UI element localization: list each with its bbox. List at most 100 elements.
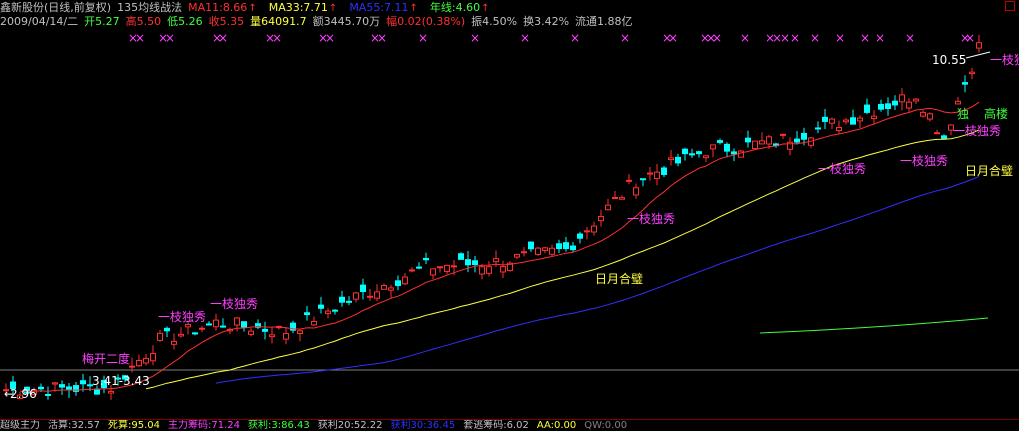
label-price-high: 10.55 — [932, 53, 966, 67]
change-value: 幅0.02(0.38%) — [386, 15, 466, 28]
stock-title: 鑫新股份(日线,前复权) — [0, 1, 112, 14]
candle-body — [801, 132, 807, 140]
price-high-pointer — [965, 51, 991, 59]
low-value: 低5.26 — [167, 15, 203, 28]
candle-body — [339, 296, 345, 303]
candle-body — [241, 321, 247, 328]
nianxian-line — [759, 317, 989, 334]
candle-body — [542, 247, 548, 251]
candle-body — [311, 320, 317, 326]
date-value: 2009/04/14/二 — [0, 15, 79, 28]
candle-body — [479, 266, 485, 275]
candle-body — [423, 257, 429, 261]
candle-body — [395, 280, 401, 287]
candle-body — [528, 241, 534, 250]
candle-body — [598, 215, 604, 222]
label-range: 3.41-3.43 — [92, 374, 150, 388]
candle-body — [220, 325, 226, 328]
candlestick-chart[interactable]: ×× ×× ×× ×× ×× ×× × × × × × ×× ××× × ××× × × × × × × ××梅开二度一枝… — [0, 28, 1019, 419]
candle-body — [171, 340, 177, 345]
candle-body — [437, 266, 443, 269]
label-yizhixiu: 一枝独秀 — [818, 161, 866, 176]
candle-body — [962, 82, 968, 85]
candle-body — [318, 304, 324, 309]
signal-marker: × — [875, 31, 885, 45]
candle-body — [472, 260, 478, 266]
bottom-l9: AA:0.00 — [536, 420, 577, 431]
signal-marker: × — [325, 31, 335, 45]
candle-body — [836, 126, 842, 132]
candle-body — [612, 196, 618, 199]
candle-body — [360, 284, 366, 293]
candle-body — [164, 327, 170, 332]
close-icon[interactable] — [1005, 1, 1015, 11]
candle-body — [45, 393, 51, 396]
float-value: 流通1.88亿 — [575, 15, 633, 28]
indicator-name[interactable]: 135均线战法 — [117, 1, 182, 14]
candle-body — [647, 172, 653, 175]
signal-marker: × — [668, 31, 678, 45]
candle-body — [857, 117, 863, 122]
signal-marker: × — [418, 31, 428, 45]
candle-body — [668, 157, 674, 161]
candle-body — [262, 328, 268, 332]
candle-body — [381, 285, 387, 290]
bottom-l6: 获利20:52.22 — [317, 420, 383, 431]
candle-body — [899, 94, 905, 103]
label-yizhixiu: 一枝独秀 — [210, 296, 258, 311]
candle-body — [493, 258, 499, 263]
candle-body — [717, 140, 723, 143]
candle-body — [451, 265, 457, 268]
candle-body — [591, 225, 597, 233]
bottom-l4: 主力筹码:71.24 — [168, 420, 240, 431]
candle-body — [430, 268, 436, 276]
bottom-l1[interactable]: 超级主力 — [0, 420, 40, 431]
candle-body — [640, 178, 646, 181]
label-yizhixiu: 一枝独秀 — [990, 52, 1019, 67]
candle-body — [871, 115, 877, 120]
candle-body — [682, 148, 688, 155]
signal-marker: × — [810, 31, 820, 45]
candle-body — [269, 334, 275, 338]
signal-marker: × — [740, 31, 750, 45]
candle-body — [129, 365, 135, 368]
candle-body — [556, 243, 562, 250]
candle-body — [661, 167, 667, 175]
candle-body — [549, 247, 555, 255]
candle-body — [150, 353, 156, 362]
ma11-line — [19, 101, 980, 393]
candle-body — [514, 253, 520, 258]
candle-body — [654, 171, 660, 179]
candle-body — [143, 357, 149, 364]
signal-marker: × — [218, 31, 228, 45]
chart-header-line-2: 2009/04/14/二 开5.27 高5.50 低5.26 收5.35 量64091.7… — [0, 14, 1019, 29]
candle-body — [829, 118, 835, 124]
candle-body — [759, 140, 765, 145]
bottom-l10: QW:0.00 — [584, 420, 628, 431]
candle-body — [535, 247, 541, 255]
candle-body — [724, 143, 730, 152]
ma33-value: MA33:7.71↑ — [268, 1, 338, 14]
chart-header-line-1: 鑫新股份(日线,前复权) 135均线战法 MA11:8.66↑ MA33:7.71↑ M… — [0, 0, 1019, 15]
candle-body — [633, 187, 639, 196]
candle-body — [486, 266, 492, 274]
candle-body — [738, 150, 744, 158]
candle-body — [605, 204, 611, 211]
candle-body — [731, 151, 737, 155]
candle-body — [458, 253, 464, 260]
label-riyuehebi: 日月合璧 — [965, 163, 1013, 178]
candle-body — [367, 295, 373, 298]
candle-body — [353, 292, 359, 300]
candle-body — [955, 100, 961, 105]
nianxian-value: 年线:4.60↑ — [429, 1, 490, 14]
signal-marker: × — [377, 31, 387, 45]
candle-body — [388, 287, 394, 291]
candle-body — [409, 269, 415, 272]
candle-body — [66, 386, 72, 391]
bottom-l8: 套逃筹码:6.02 — [463, 420, 529, 431]
candle-body — [157, 332, 163, 341]
candle-body — [136, 360, 142, 367]
signal-marker: × — [470, 31, 480, 45]
candle-body — [976, 42, 982, 49]
signal-marker: × — [835, 31, 845, 45]
